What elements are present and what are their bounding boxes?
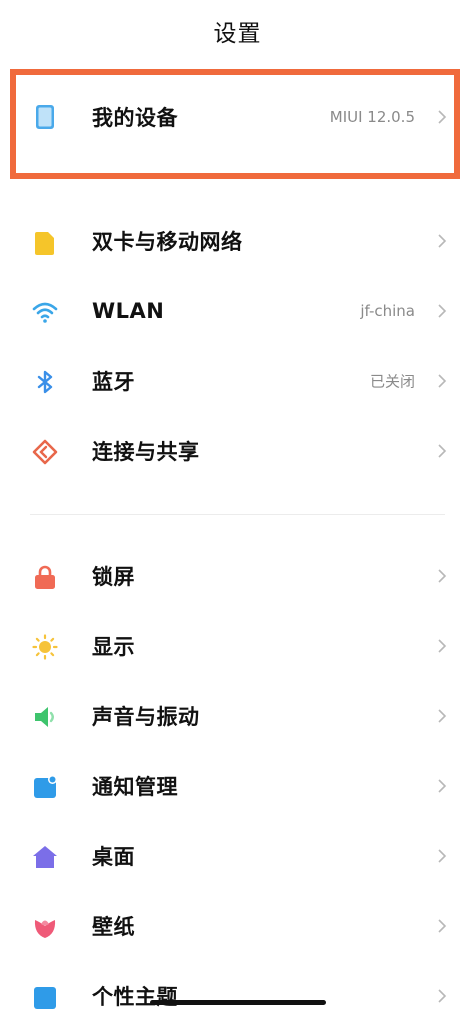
settings-item-notifications[interactable]: 通知管理: [0, 751, 475, 821]
home-indicator[interactable]: [150, 1000, 326, 1005]
settings-item-label: 连接与共享: [92, 440, 200, 464]
settings-item-label: 锁屏: [92, 565, 135, 589]
chevron-right-icon: [438, 709, 447, 723]
sim-card-icon: [35, 232, 54, 255]
home-icon: [33, 846, 57, 868]
settings-item-bluetooth[interactable]: 蓝牙 已关闭: [0, 346, 475, 416]
settings-item-lock-screen[interactable]: 锁屏: [0, 541, 475, 611]
bluetooth-status-value: 已关闭: [369, 372, 415, 391]
chevron-right-icon: [438, 374, 447, 388]
settings-item-label: WLAN: [92, 299, 165, 323]
sun-icon: [32, 634, 58, 660]
bluetooth-icon: [37, 370, 53, 394]
settings-item-label: 蓝牙: [92, 370, 135, 394]
settings-item-label: 壁纸: [92, 915, 135, 939]
settings-item-label: 通知管理: [92, 775, 178, 799]
flower-icon: [34, 920, 56, 938]
chevron-right-icon: [438, 779, 447, 793]
theme-icon: [34, 987, 56, 1009]
chevron-right-icon: [438, 849, 447, 863]
settings-item-sound[interactable]: 声音与振动: [0, 681, 475, 751]
settings-item-sim[interactable]: 双卡与移动网络: [0, 206, 475, 276]
settings-item-wlan[interactable]: WLAN jf-china: [0, 276, 475, 346]
chevron-right-icon: [438, 304, 447, 318]
highlight-box: [10, 69, 460, 179]
settings-item-wallpaper[interactable]: 壁纸: [0, 891, 475, 961]
chevron-right-icon: [438, 639, 447, 653]
page-title: 设置: [213, 21, 262, 47]
settings-item-desktop[interactable]: 桌面: [0, 821, 475, 891]
connection-share-icon: [32, 439, 58, 465]
chevron-right-icon: [438, 444, 447, 458]
chevron-right-icon: [438, 234, 447, 248]
chevron-right-icon: [438, 569, 447, 583]
speaker-icon: [35, 707, 54, 727]
settings-item-label: 显示: [92, 635, 135, 659]
section-divider: [30, 514, 445, 515]
wifi-icon: [32, 302, 58, 323]
settings-item-label: 桌面: [92, 845, 135, 869]
settings-item-label: 双卡与移动网络: [92, 230, 243, 254]
settings-item-display[interactable]: 显示: [0, 611, 475, 681]
lock-icon: [35, 565, 55, 589]
chevron-right-icon: [438, 919, 447, 933]
chevron-right-icon: [438, 989, 447, 1003]
notification-icon: [34, 775, 57, 798]
settings-item-connection-share[interactable]: 连接与共享: [0, 416, 475, 486]
settings-item-label: 个性主题: [92, 985, 178, 1009]
settings-item-label: 声音与振动: [92, 705, 200, 729]
settings-item-theme[interactable]: 个性主题: [0, 961, 475, 1031]
wlan-ssid-value: jf-china: [360, 302, 415, 320]
